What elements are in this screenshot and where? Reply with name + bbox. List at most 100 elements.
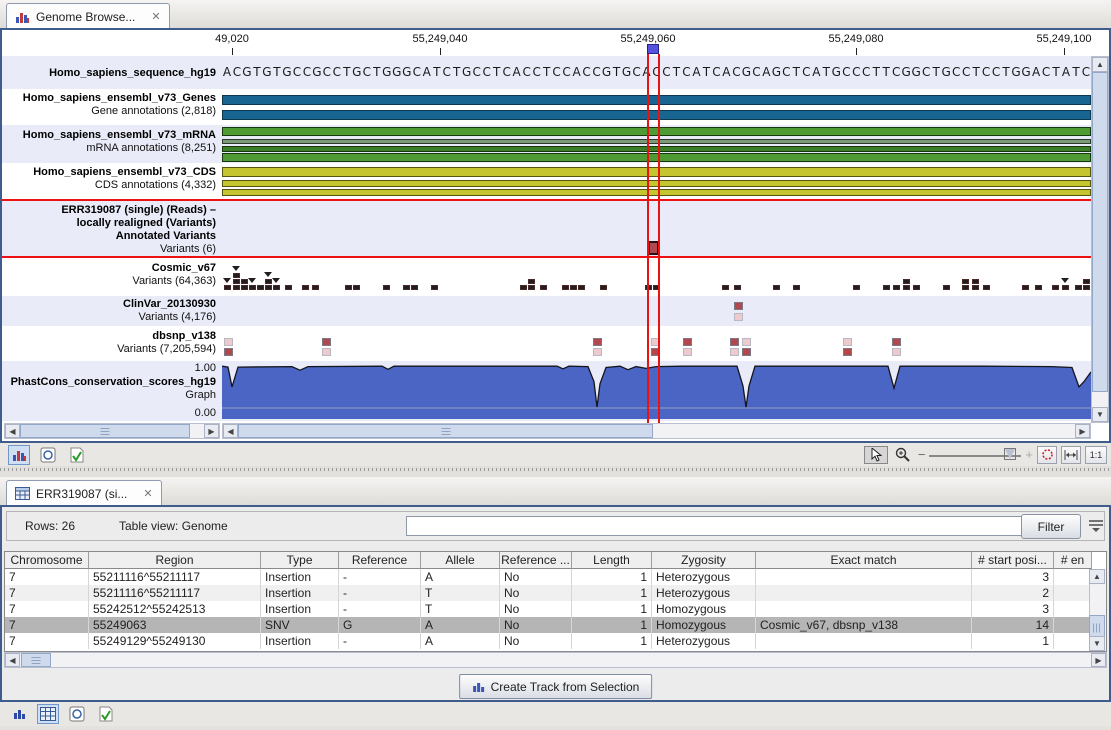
cosmic-variant-mark	[1052, 285, 1059, 290]
tracks-vertical-scrollbar[interactable]: ▲ ▼	[1091, 56, 1109, 423]
table-view-toggle[interactable]	[37, 704, 59, 724]
column-header--start-posi-[interactable]: # start posi...	[972, 552, 1054, 569]
table-cell: 7	[5, 585, 89, 601]
column-header-exact-match[interactable]: Exact match	[756, 552, 972, 569]
scrollbar-thumb[interactable]	[20, 424, 190, 438]
history-view-toggle[interactable]	[66, 704, 88, 724]
cursor-tool-button[interactable]	[864, 446, 888, 464]
labels-horizontal-scrollbar[interactable]: ◀ ▶	[4, 423, 220, 439]
filter-input[interactable]	[406, 516, 1023, 536]
sequence-base: T	[542, 56, 552, 89]
column-header-type[interactable]: Type	[261, 552, 339, 569]
cosmic-variant-mark	[972, 279, 979, 284]
cosmic-variant-mark	[383, 285, 390, 290]
zoom-slider[interactable]	[929, 447, 1021, 463]
filter-button[interactable]: Filter	[1021, 514, 1081, 539]
sequence-base: C	[592, 56, 602, 89]
scroll-up-icon[interactable]: ▲	[1089, 569, 1105, 584]
info-view-toggle[interactable]	[66, 445, 88, 465]
column-header-chromosome[interactable]: Chromosome	[5, 552, 89, 569]
sequence-base: C	[711, 56, 721, 89]
table-vertical-scrollbar[interactable]: ▲ ▼	[1089, 569, 1106, 651]
table-cell	[756, 569, 972, 585]
scroll-left-icon[interactable]: ◀	[5, 424, 20, 438]
sequence-base: C	[522, 56, 532, 89]
scroll-down-icon[interactable]: ▼	[1092, 407, 1108, 422]
cosmic-variant-mark	[345, 285, 352, 290]
sequence-base: G	[602, 56, 612, 89]
sequence-base: C	[232, 56, 242, 89]
track-row-clinvar: ClinVar_20130930 Variants (4,176)	[2, 296, 1109, 326]
dbsnp-variant-mark	[730, 348, 739, 356]
ruler-tick-label: 55,249,100	[1036, 33, 1091, 45]
track-view-toggle[interactable]	[8, 445, 30, 465]
cosmic-variant-mark	[1062, 285, 1069, 290]
column-header-zygosity[interactable]: Zygosity	[652, 552, 756, 569]
panel-splitter[interactable]	[0, 466, 1111, 477]
column-header-allele[interactable]: Allele	[421, 552, 500, 569]
fit-width-button[interactable]	[1061, 446, 1081, 464]
create-track-button[interactable]: Create Track from Selection	[459, 674, 653, 699]
history-view-toggle[interactable]	[37, 445, 59, 465]
sequence-base: G	[741, 56, 751, 89]
zoom-in-plus[interactable]: +	[1025, 447, 1033, 462]
scrollbar-thumb[interactable]	[21, 653, 51, 667]
advanced-filter-toggle[interactable]	[1087, 517, 1105, 533]
scroll-right-icon[interactable]: ▶	[204, 424, 219, 438]
table-cell: Insertion	[261, 601, 339, 617]
table-cell: No	[500, 617, 572, 633]
table-horizontal-scrollbar[interactable]: ◀ ▶	[4, 652, 1107, 668]
scroll-down-icon[interactable]: ▼	[1089, 636, 1105, 651]
tab-variant-table[interactable]: ERR319087 (si... ✕	[6, 480, 162, 506]
table-row[interactable]: 755249129^55249130Insertion-ANo1Heterozy…	[5, 633, 1092, 649]
sequence-base: C	[731, 56, 741, 89]
scroll-left-icon[interactable]: ◀	[223, 424, 238, 438]
zoom-out-minus[interactable]: −	[918, 447, 926, 462]
ruler-tick-mark	[856, 48, 857, 55]
column-header--en[interactable]: # en	[1054, 552, 1092, 569]
column-header-reference-[interactable]: Reference ...	[500, 552, 572, 569]
tab-genome-browser[interactable]: Genome Browse... ✕	[6, 3, 170, 29]
track-chart-icon	[12, 448, 27, 462]
column-header-reference[interactable]: Reference	[339, 552, 421, 569]
table-cell: 1	[972, 633, 1054, 649]
scroll-right-icon[interactable]: ▶	[1091, 653, 1106, 667]
table-row[interactable]: 755249063SNVGANo1HomozygousCosmic_v67, d…	[5, 617, 1092, 633]
column-header-region[interactable]: Region	[89, 552, 261, 569]
table-row[interactable]: 755242512^55242513Insertion-TNo1Homozygo…	[5, 601, 1092, 617]
scroll-left-icon[interactable]: ◀	[5, 653, 20, 667]
scrollbar-thumb[interactable]	[1092, 72, 1108, 392]
scrollbar-thumb[interactable]	[238, 424, 653, 438]
info-view-toggle[interactable]	[95, 704, 117, 724]
table-toolbar: Rows: 26 Table view: Genome Filter	[6, 511, 1105, 541]
sequence-base: C	[632, 56, 642, 89]
sequence-base: C	[661, 56, 671, 89]
close-icon[interactable]: ✕	[151, 10, 160, 23]
scroll-up-icon[interactable]: ▲	[1092, 57, 1108, 72]
sequence-base: T	[791, 56, 801, 89]
status-bar	[0, 726, 1111, 730]
dbsnp-variant-mark	[742, 348, 751, 356]
table-cell: Heterozygous	[652, 585, 756, 601]
tracks-horizontal-scrollbar[interactable]: ◀ ▶	[222, 423, 1091, 439]
cosmic-variant-mark	[273, 285, 280, 290]
sequence-base: G	[392, 56, 402, 89]
position-ruler[interactable]: 49,02055,249,04055,249,06055,249,08055,2…	[2, 30, 1109, 56]
table-cell: No	[500, 633, 572, 649]
sequence-base: C	[851, 56, 861, 89]
column-header-length[interactable]: Length	[572, 552, 652, 569]
sequence-base: C	[801, 56, 811, 89]
track-view-toggle[interactable]	[8, 704, 30, 724]
zoom-slider-handle[interactable]	[1005, 449, 1015, 459]
cosmic-variant-mark	[224, 285, 231, 290]
zoom-to-selection-button[interactable]	[1037, 446, 1057, 464]
scroll-right-icon[interactable]: ▶	[1075, 424, 1090, 438]
sequence-base: C	[582, 56, 592, 89]
sequence-base: T	[432, 56, 442, 89]
table-row[interactable]: 755211116^55211117Insertion-ANo1Heterozy…	[5, 569, 1092, 585]
zoom-tool-button[interactable]	[892, 446, 914, 464]
close-icon[interactable]: ✕	[143, 487, 152, 500]
zoom-100-button[interactable]: 1:1	[1085, 446, 1107, 464]
table-row[interactable]: 755211116^55211117Insertion-TNo1Heterozy…	[5, 585, 1092, 601]
variant-table: ChromosomeRegionTypeReferenceAlleleRefer…	[4, 551, 1107, 652]
